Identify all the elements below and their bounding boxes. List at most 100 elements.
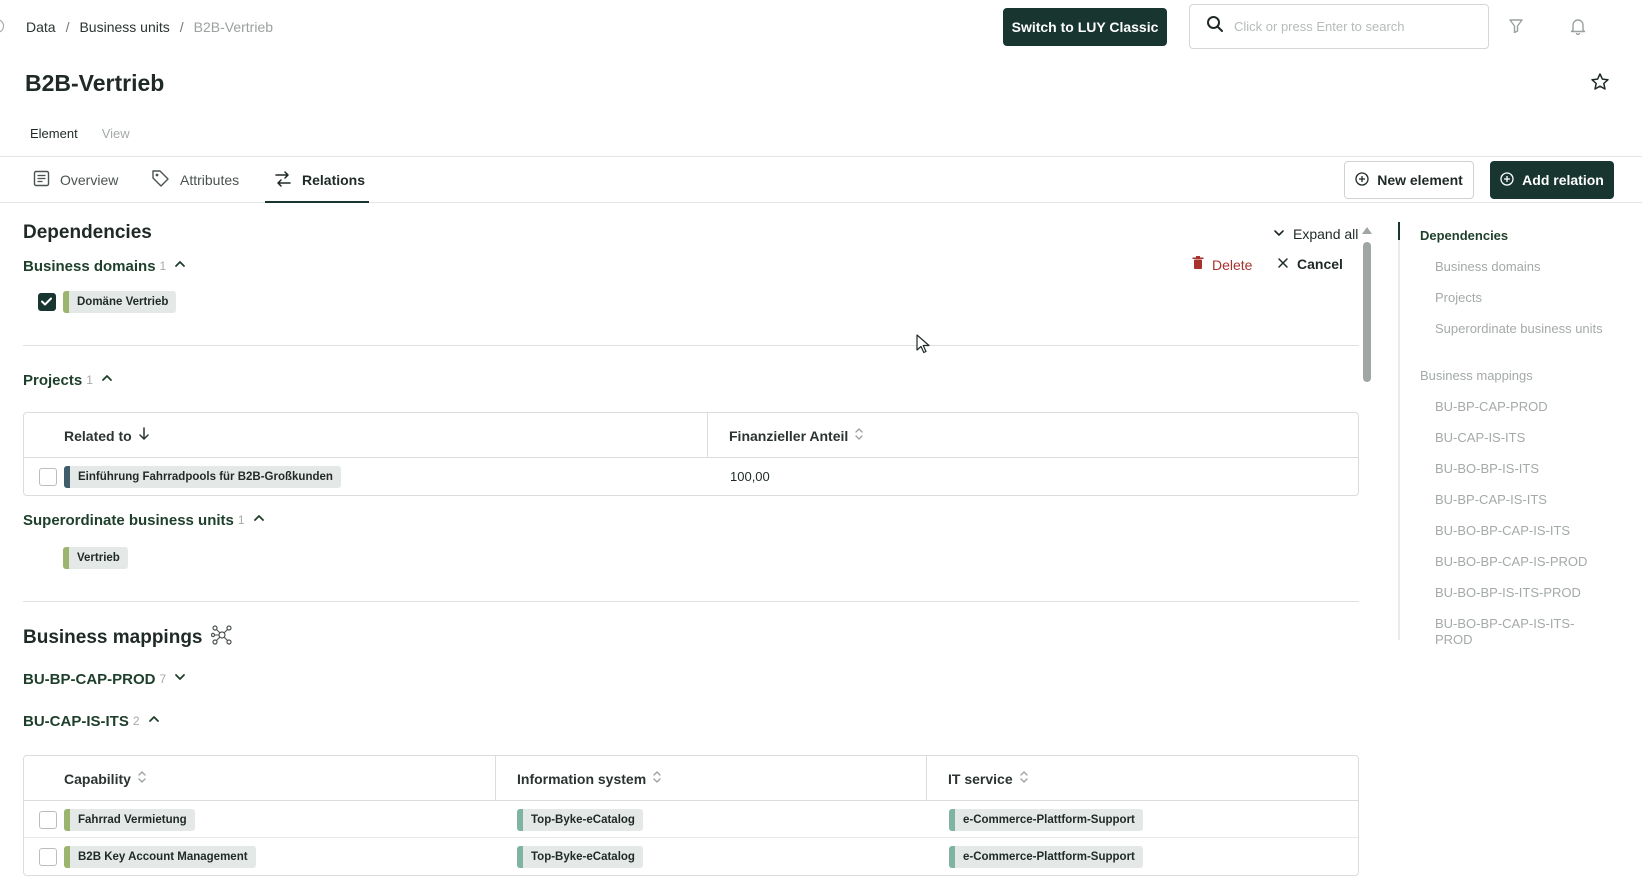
information-system-tag[interactable]: Top-Byke-eCatalog: [517, 845, 643, 868]
bell-icon[interactable]: [1567, 15, 1589, 37]
superordinate-header[interactable]: Superordinate business units 1: [23, 510, 267, 530]
toc-item[interactable]: Business domains: [1435, 259, 1610, 275]
delete-button[interactable]: Delete: [1192, 256, 1252, 273]
projects-table: Related to Finanzieller Anteil Einführun…: [23, 412, 1359, 496]
mapping-group-cap-is-its[interactable]: BU-CAP-IS-ITS 2: [23, 711, 162, 731]
chevron-down-icon: [1273, 226, 1285, 242]
chevron-up-icon: [99, 370, 115, 390]
top-bar: Data / Business units / B2B-Vertrieb Swi…: [0, 0, 1642, 54]
toc-item[interactable]: BU-CAP-IS-ITS: [1435, 430, 1610, 446]
star-icon[interactable]: [1590, 72, 1610, 97]
row-checkbox[interactable]: [39, 848, 57, 866]
filter-icon[interactable]: [1505, 15, 1527, 37]
information-system-tag[interactable]: Top-Byke-eCatalog: [517, 808, 643, 831]
toc-item[interactable]: Dependencies: [1420, 228, 1508, 244]
breadcrumb-current: B2B-Vertrieb: [193, 19, 274, 35]
section-label: Projects: [23, 371, 83, 389]
switch-classic-button[interactable]: Switch to LUY Classic: [1003, 8, 1167, 46]
section-count: 2: [132, 714, 140, 728]
column-label: Capability: [64, 770, 131, 787]
anteil-value: 100,00: [730, 469, 770, 484]
plus-circle-icon: [1500, 171, 1514, 189]
table-row: Fahrrad Vermietung Top-Byke-eCatalog e-C…: [24, 801, 1358, 838]
section-divider: [23, 345, 1359, 346]
cancel-button[interactable]: Cancel: [1277, 256, 1343, 272]
search-input[interactable]: [1234, 19, 1474, 34]
page-title: B2B-Vertrieb: [25, 70, 165, 96]
add-relation-button[interactable]: Add relation: [1490, 161, 1614, 199]
toc-item[interactable]: BU-BO-BP-IS-ITS: [1435, 461, 1610, 477]
new-element-button[interactable]: New element: [1344, 161, 1474, 199]
breadcrumb-business-units[interactable]: Business units: [79, 19, 169, 35]
chevron-up-icon: [172, 256, 188, 276]
scroll-thumb[interactable]: [1363, 242, 1371, 382]
scroll-up-icon[interactable]: [1361, 226, 1373, 236]
search-box[interactable]: [1189, 4, 1489, 49]
chevron-down-icon: [172, 669, 188, 689]
toc-item[interactable]: BU-BO-BP-CAP-IS-ITS-PROD: [1435, 616, 1600, 648]
business-mappings-title: Business mappings: [23, 627, 203, 648]
tab-overview[interactable]: Overview: [33, 157, 118, 203]
subtab-view[interactable]: View: [102, 126, 130, 141]
toc-item[interactable]: Business mappings: [1420, 368, 1533, 384]
column-finanzieller-anteil[interactable]: Finanzieller Anteil: [729, 413, 864, 458]
mouse-cursor-icon: [916, 334, 930, 359]
domain-tag[interactable]: Domäne Vertrieb: [63, 291, 177, 313]
toc-item[interactable]: Projects: [1435, 290, 1610, 306]
toc-item[interactable]: BU-BP-CAP-PROD: [1435, 399, 1610, 415]
chevron-up-icon: [146, 711, 162, 731]
toc-active-indicator: [1398, 222, 1400, 240]
mapping-group-bp-cap-prod[interactable]: BU-BP-CAP-PROD 7: [23, 669, 188, 689]
column-label: IT service: [948, 770, 1013, 787]
toc-item[interactable]: BU-BO-BP-CAP-IS-PROD: [1435, 554, 1610, 570]
toc-item[interactable]: Superordinate business units: [1435, 321, 1610, 337]
column-information-system[interactable]: Information system: [517, 756, 662, 801]
section-label: BU-BP-CAP-PROD: [23, 670, 156, 688]
relations-icon: [274, 170, 292, 190]
add-relation-label: Add relation: [1522, 172, 1604, 188]
section-label: BU-CAP-IS-ITS: [23, 712, 129, 730]
content-scrollbar[interactable]: [1361, 226, 1373, 886]
section-count: 1: [86, 373, 93, 387]
capability-tag[interactable]: Fahrrad Vermietung: [64, 808, 195, 831]
sort-icon: [854, 427, 864, 444]
projects-header[interactable]: Projects 1: [23, 370, 115, 390]
project-tag[interactable]: Einführung Fahrradpools für B2B-Großkund…: [64, 465, 341, 488]
expand-all-button[interactable]: Expand all: [1273, 226, 1358, 242]
it-service-tag[interactable]: e-Commerce-Plattform-Support: [949, 808, 1143, 831]
column-label: Related to: [64, 427, 132, 444]
column-capability[interactable]: Capability: [64, 756, 147, 801]
domain-checkbox[interactable]: [38, 293, 56, 311]
subtab-element[interactable]: Element: [30, 126, 78, 141]
row-checkbox[interactable]: [39, 468, 57, 486]
search-icon: [1206, 15, 1224, 38]
toc-item[interactable]: BU-BP-CAP-IS-ITS: [1435, 492, 1610, 508]
sort-icon: [1019, 770, 1029, 787]
table-header: Capability Information system IT service: [24, 756, 1358, 801]
tab-attributes[interactable]: Attributes: [151, 157, 239, 203]
table-header: Related to Finanzieller Anteil: [24, 413, 1358, 458]
toc-item[interactable]: BU-BO-BP-IS-ITS-PROD: [1435, 585, 1610, 601]
column-related-to[interactable]: Related to: [64, 413, 150, 458]
superordinate-tag[interactable]: Vertrieb: [63, 547, 128, 569]
tab-attributes-label: Attributes: [180, 172, 240, 188]
sort-icon: [137, 770, 147, 787]
row-checkbox[interactable]: [39, 811, 57, 829]
breadcrumb-separator: /: [179, 19, 184, 35]
trash-icon: [1192, 256, 1204, 273]
tab-bar: Overview Attributes Relations New elemen…: [0, 156, 1642, 203]
business-domains-header[interactable]: Business domains 1: [23, 256, 188, 276]
chevron-up-icon: [251, 510, 267, 530]
toc-item[interactable]: BU-BO-BP-CAP-IS-ITS: [1435, 523, 1610, 539]
new-element-label: New element: [1377, 172, 1463, 188]
tab-relations[interactable]: Relations: [274, 157, 365, 203]
network-icon[interactable]: [210, 624, 233, 652]
breadcrumb-data[interactable]: Data: [26, 19, 56, 35]
table-row: B2B Key Account Management Top-Byke-eCat…: [24, 838, 1358, 875]
column-it-service[interactable]: IT service: [948, 756, 1029, 801]
capability-tag[interactable]: B2B Key Account Management: [64, 845, 256, 868]
it-service-tag[interactable]: e-Commerce-Plattform-Support: [949, 845, 1143, 868]
nav-toggle-icon[interactable]: [0, 19, 4, 33]
table-of-contents: Dependencies Business domains Projects S…: [1398, 222, 1642, 647]
close-icon: [1277, 256, 1289, 272]
